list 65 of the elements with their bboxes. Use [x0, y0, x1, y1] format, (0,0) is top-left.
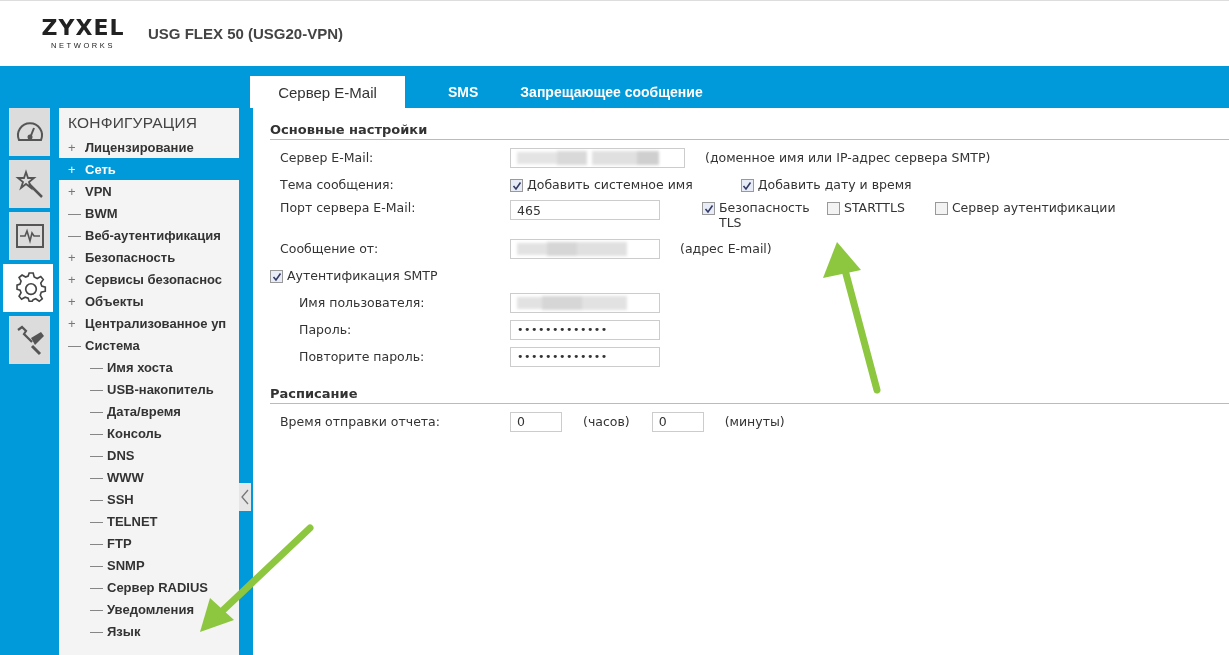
checkbox[interactable] — [270, 270, 283, 283]
field-label: Время отправки отчета: — [279, 414, 441, 429]
sidebar-item[interactable]: — SNMP — [59, 554, 239, 576]
sidebar-item[interactable]: — FTP — [59, 532, 239, 554]
sidebar-item[interactable]: + Безопасность — [59, 246, 239, 268]
field-label: Пароль: — [298, 322, 353, 337]
field-label: Имя пользователя: — [298, 295, 426, 310]
checkbox[interactable] — [510, 179, 523, 192]
input-field[interactable] — [510, 292, 660, 313]
sidebar-item[interactable]: — Консоль — [59, 422, 239, 444]
unit-label: (минуты) — [724, 414, 785, 429]
gauge-icon[interactable] — [9, 108, 50, 156]
sidebar-item[interactable]: — BWM — [59, 202, 239, 224]
sidebar-item[interactable]: — WWW — [59, 466, 239, 488]
checkbox[interactable] — [827, 202, 840, 215]
pulse-monitor-icon[interactable] — [9, 212, 50, 260]
sidebar-item[interactable]: + VPN — [59, 180, 239, 202]
checkbox-label: Аутентификация SMTP — [287, 268, 438, 283]
hint-text: (адрес E-mail) — [680, 241, 772, 256]
input-field[interactable] — [510, 147, 685, 168]
sidebar-item[interactable]: — Система — [59, 334, 239, 356]
tab[interactable]: Сервер E-Mail — [250, 76, 405, 108]
sidebar-item[interactable]: — SSH — [59, 488, 239, 510]
section-title: Расписание — [270, 386, 1229, 404]
sidebar-item[interactable]: + Централизованное уп — [59, 312, 239, 334]
sidebar-item[interactable]: — Сервер RADIUS — [59, 576, 239, 598]
unit-label: (часов) — [583, 414, 630, 429]
checkbox-label: Сервер аутентификации — [951, 200, 1116, 215]
input-field[interactable] — [510, 238, 660, 259]
input-field[interactable]: 0 — [651, 411, 704, 432]
password-field[interactable]: ••••••••••••• — [510, 346, 660, 367]
sidebar-item[interactable]: — Дата/время — [59, 400, 239, 422]
sidebar-title: КОНФИГУРАЦИЯ — [67, 113, 199, 133]
tools-icon[interactable] — [9, 316, 50, 364]
checkbox[interactable] — [740, 179, 754, 192]
sidebar-item[interactable]: — Уведомления — [59, 598, 239, 620]
sidebar-item[interactable]: — USB-накопитель — [59, 378, 239, 400]
sidebar-item[interactable]: — Имя хоста — [59, 356, 239, 378]
field-label: Сообщение от: — [279, 241, 380, 256]
sidebar-item[interactable]: — TELNET — [59, 510, 239, 532]
input-field[interactable]: 465 — [510, 200, 660, 220]
gear-icon[interactable] — [3, 264, 53, 312]
field-label: Повторите пароль: — [298, 349, 426, 364]
sidebar-item[interactable]: — DNS — [59, 444, 239, 466]
device-model: USG FLEX 50 (USG20-VPN) — [148, 25, 344, 42]
magic-wand-icon[interactable] — [9, 160, 50, 208]
checkbox-label: STARTTLS — [844, 200, 905, 215]
field-label: Порт сервера E-Mail: — [279, 200, 417, 215]
collapse-handle[interactable] — [239, 483, 251, 511]
input-field[interactable]: 0 — [510, 411, 562, 432]
checkbox[interactable] — [934, 202, 948, 215]
sidebar-item[interactable]: — Язык — [59, 620, 239, 642]
section-title: Основные настройки — [270, 122, 1229, 140]
sidebar-item[interactable]: + Сервисы безопаснос — [59, 268, 239, 290]
password-field[interactable]: ••••••••••••• — [510, 319, 660, 340]
checkbox-label: Безопасность TLS — [719, 200, 811, 230]
checkbox[interactable] — [702, 202, 715, 215]
checkbox-label: Добавить системное имя — [527, 177, 693, 192]
hint-text: (доменное имя или IP-адрес сервера SMTP) — [705, 150, 991, 165]
sidebar-item[interactable]: + Лицензирование — [59, 136, 239, 158]
field-label: Тема сообщения: — [279, 177, 395, 192]
field-label: Сервер E-Mail: — [279, 150, 375, 165]
sidebar-item[interactable]: — Веб-аутентификация — [59, 224, 239, 246]
checkbox-label: Добавить дату и время — [757, 177, 912, 192]
sidebar-item[interactable]: + Объекты — [59, 290, 239, 312]
